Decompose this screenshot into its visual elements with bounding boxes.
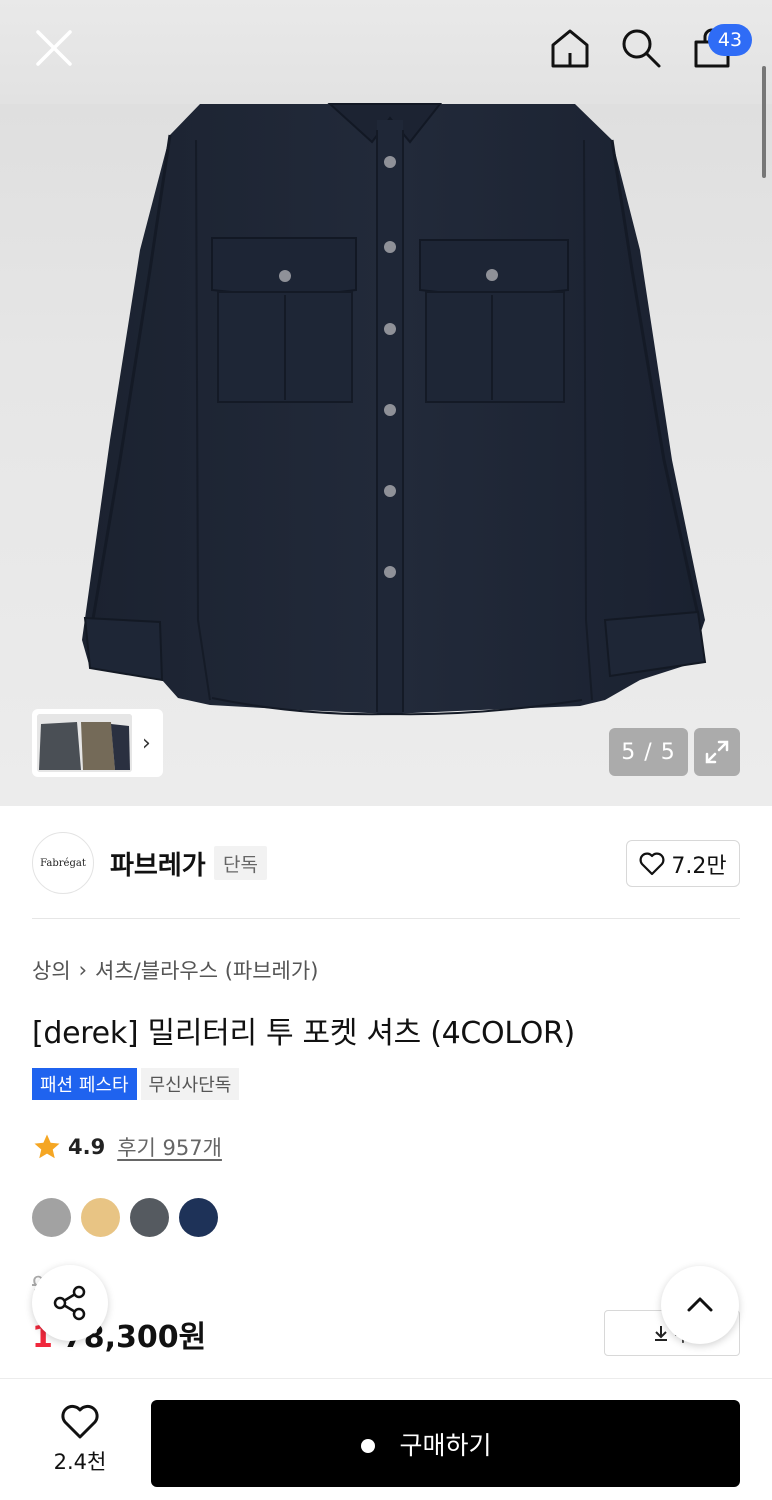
color-swatch-charcoal[interactable] bbox=[130, 1198, 169, 1237]
expand-button[interactable] bbox=[694, 728, 740, 776]
product-title: [derek] 밀리터리 투 포켓 셔츠 (4COLOR) bbox=[32, 1016, 575, 1051]
breadcrumb-separator-icon: › bbox=[78, 958, 88, 982]
breadcrumb-item-category[interactable]: 상의 bbox=[32, 955, 71, 985]
rating-score: 4.9 bbox=[68, 1135, 106, 1159]
musinsa-exclusive-badge: 무신사단독 bbox=[140, 1068, 240, 1100]
heart-icon bbox=[61, 1404, 99, 1439]
color-swatch-navy[interactable] bbox=[179, 1198, 218, 1237]
breadcrumb: 상의 › 셔츠/블라우스 (파브레가) bbox=[32, 955, 318, 985]
wishlist-button[interactable]: 2.4천 bbox=[40, 1404, 120, 1476]
touch-indicator bbox=[361, 1439, 375, 1453]
brand-like-button[interactable]: 7.2만 bbox=[626, 840, 740, 887]
buy-button[interactable]: 구매하기 bbox=[151, 1400, 740, 1487]
divider bbox=[32, 918, 740, 919]
brand-exclusive-tag: 단독 bbox=[214, 846, 267, 880]
expand-icon bbox=[705, 740, 729, 764]
color-swatches bbox=[32, 1198, 218, 1237]
product-badges: 패션 페스타 무신사단독 bbox=[32, 1068, 240, 1100]
cart-count-badge: 43 bbox=[708, 24, 752, 56]
search-button[interactable] bbox=[615, 22, 667, 74]
product-image-gallery[interactable]: 43 › 5 / 5 bbox=[0, 0, 772, 806]
wishlist-count: 2.4천 bbox=[53, 1450, 107, 1474]
reviews-link[interactable]: 후기 957개 bbox=[117, 1132, 222, 1162]
thumbnail-strip[interactable]: › bbox=[32, 709, 163, 777]
buy-button-label: 구매하기 bbox=[399, 1430, 492, 1460]
close-icon bbox=[36, 30, 72, 66]
home-button[interactable] bbox=[544, 22, 596, 74]
heart-icon bbox=[639, 852, 665, 875]
brand-name[interactable]: 파브레가 bbox=[110, 845, 206, 882]
chevron-up-icon bbox=[687, 1297, 713, 1312]
share-icon bbox=[53, 1285, 86, 1321]
scroll-top-button[interactable] bbox=[661, 1266, 739, 1344]
scroll-indicator bbox=[762, 66, 766, 178]
product-image bbox=[82, 103, 707, 716]
home-icon bbox=[551, 29, 589, 68]
breadcrumb-item-subcategory[interactable]: 셔츠/블라우스 (파브레가) bbox=[95, 955, 318, 985]
fashion-festa-badge: 패션 페스타 bbox=[32, 1068, 137, 1100]
rating-row: 4.9 후기 957개 bbox=[32, 1132, 222, 1162]
search-icon bbox=[622, 29, 661, 68]
brand-logo[interactable]: Fabrégat bbox=[32, 832, 94, 894]
brand-like-count: 7.2만 bbox=[671, 853, 727, 879]
color-swatch-grey[interactable] bbox=[32, 1198, 71, 1237]
color-swatch-beige[interactable] bbox=[81, 1198, 120, 1237]
share-button[interactable] bbox=[32, 1265, 108, 1341]
image-counter: 5 / 5 bbox=[609, 728, 688, 776]
close-button[interactable] bbox=[28, 22, 80, 74]
star-icon bbox=[34, 1134, 60, 1159]
thumbnail-arrow-icon: › bbox=[142, 730, 151, 756]
thumbnail-image bbox=[37, 714, 132, 772]
